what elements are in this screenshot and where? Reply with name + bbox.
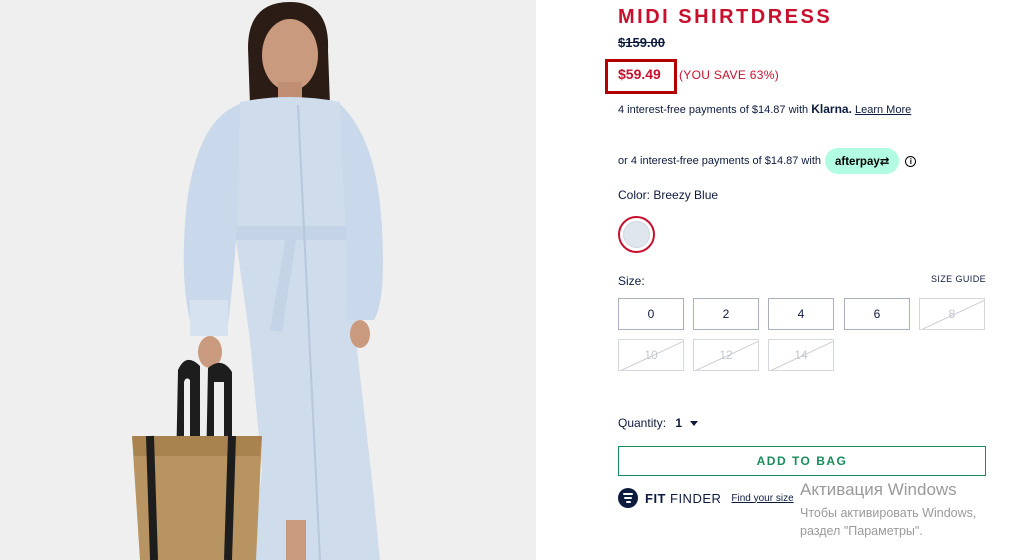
color-selection-label: Color: Breezy Blue	[618, 188, 718, 202]
fit-finder-brand: FIT	[645, 490, 666, 506]
info-icon[interactable]: i	[905, 155, 917, 167]
quantity-selector[interactable]: Quantity: 1	[618, 416, 699, 430]
afterpay-installments: or 4 interest-free payments of $14.87 wi…	[618, 148, 917, 174]
color-value: Breezy Blue	[653, 188, 719, 202]
color-label: Color:	[618, 188, 651, 202]
afterpay-text: or 4 interest-free payments of $14.87 wi…	[618, 155, 821, 167]
fit-finder-label: FINDER	[670, 490, 722, 506]
product-title: MIDI SHIRTDRESS	[618, 6, 833, 28]
product-image[interactable]	[0, 0, 536, 560]
klarna-logo: Klarna.	[811, 102, 852, 116]
original-price: $159.00	[618, 35, 665, 50]
size-option-10-unavailable[interactable]: 10	[618, 339, 684, 371]
size-option-6[interactable]: 6	[844, 298, 910, 330]
klarna-installments: 4 interest-free payments of $14.87 with …	[618, 102, 911, 116]
savings-text: (YOU SAVE 63%)	[679, 68, 780, 82]
size-option-14-unavailable[interactable]: 14	[768, 339, 834, 371]
quantity-value[interactable]: 1	[675, 416, 682, 430]
size-option-0[interactable]: 0	[618, 298, 684, 330]
klarna-learn-more-link[interactable]: Learn More	[855, 104, 911, 116]
find-your-size-link[interactable]: Find your size	[731, 493, 793, 504]
fit-finder: FIT FINDER Find your size	[618, 488, 794, 508]
sale-price: $59.49	[618, 66, 661, 82]
chevron-down-icon[interactable]	[690, 421, 699, 427]
fit-finder-icon	[618, 488, 638, 508]
afterpay-badge[interactable]: afterpay⇄	[825, 148, 900, 174]
model-photo-illustration	[0, 0, 536, 560]
color-swatch-breezy-blue[interactable]	[618, 216, 655, 253]
quantity-label: Quantity:	[618, 416, 667, 430]
size-label: Size:	[618, 274, 645, 288]
size-option-8-unavailable[interactable]: 8	[919, 298, 985, 330]
product-info-panel: MIDI SHIRTDRESS $159.00 $59.49 (YOU SAVE…	[605, 0, 986, 560]
klarna-text: 4 interest-free payments of $14.87 with	[618, 104, 809, 116]
add-to-bag-button[interactable]: ADD TO BAG	[618, 446, 986, 476]
size-option-2[interactable]: 2	[693, 298, 759, 330]
size-option-12-unavailable[interactable]: 12	[693, 339, 759, 371]
size-option-4[interactable]: 4	[768, 298, 834, 330]
color-swatch-fill	[623, 221, 650, 248]
size-guide-link[interactable]: SIZE GUIDE	[931, 274, 986, 284]
